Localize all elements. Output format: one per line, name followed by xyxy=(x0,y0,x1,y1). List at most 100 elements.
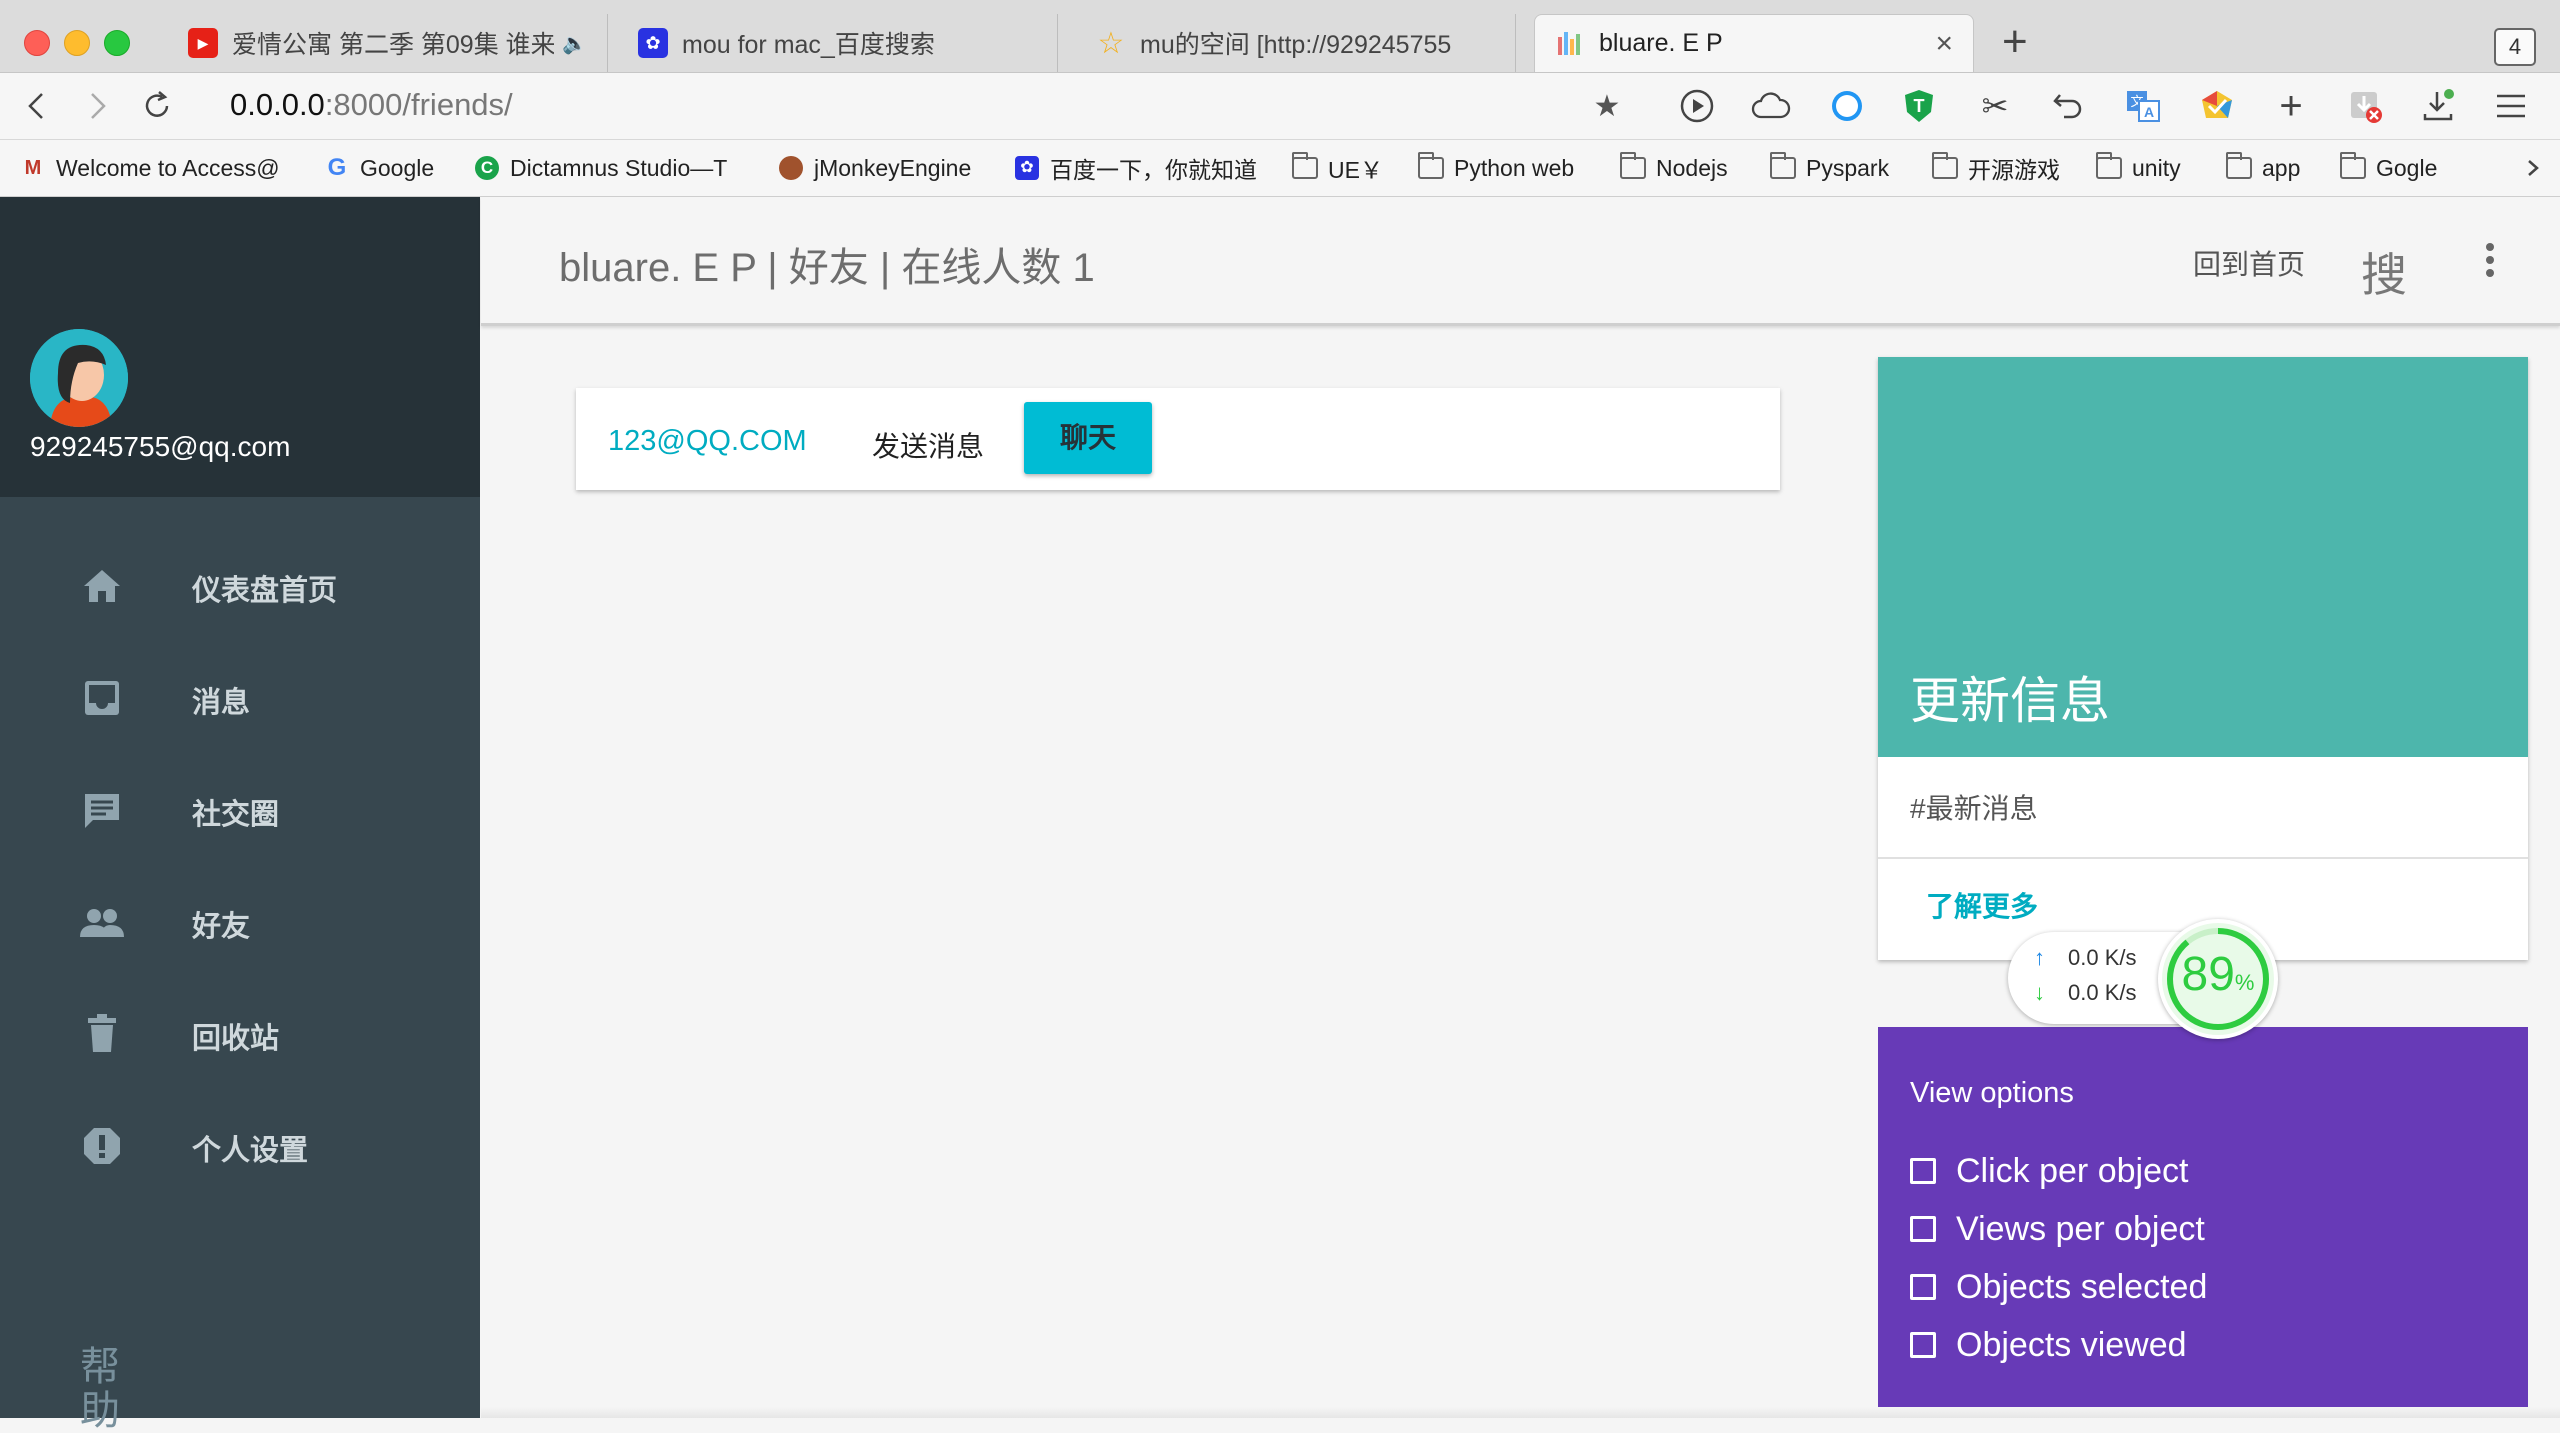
sidebar-item-label: 个人设置 xyxy=(192,1135,309,1167)
bookmark-item[interactable]: G Google xyxy=(324,150,435,186)
sidebar-item-messages[interactable]: 消息 xyxy=(0,653,480,743)
speaker-icon[interactable]: 🔈 xyxy=(562,31,587,56)
sidebar-item-friends[interactable]: 好友 xyxy=(0,877,480,967)
folder-icon xyxy=(1932,152,1958,181)
bookmarks-overflow-icon[interactable] xyxy=(2524,150,2542,186)
chat-button[interactable]: 聊天 xyxy=(1024,402,1152,474)
close-window-button[interactable] xyxy=(24,30,50,56)
option-views-per-object[interactable]: Views per object xyxy=(1910,1209,2205,1249)
avatar[interactable] xyxy=(30,329,128,427)
trash-icon xyxy=(80,1012,124,1056)
download-block-icon[interactable] xyxy=(2344,85,2386,127)
tab-count-badge[interactable]: 4 xyxy=(2494,28,2536,66)
site-bars-icon xyxy=(1555,29,1585,59)
tab-space[interactable]: ☆ mu的空间 [http://929245755 xyxy=(1076,14,1516,72)
bookmark-folder[interactable]: Pyspark xyxy=(1770,150,1889,186)
browser-toolbar: 0.0.0.0:8000/friends/ ★ T ✂ 文A + xyxy=(0,73,2560,140)
tab-bluare-active[interactable]: bluare. E P × xyxy=(1534,14,1974,72)
usage-percent-value: 89 xyxy=(2181,948,2235,1001)
translate-icon[interactable]: 文A xyxy=(2122,85,2164,127)
close-tab-icon[interactable]: × xyxy=(1935,27,1953,61)
option-objects-selected[interactable]: Objects selected xyxy=(1910,1267,2207,1307)
chat-icon xyxy=(80,788,124,832)
zoom-window-button[interactable] xyxy=(104,30,130,56)
url-path: :8000/friends/ xyxy=(324,87,513,122)
bookmark-item[interactable]: ✿ 百度一下，你就知道 xyxy=(1014,150,1257,186)
memory-usage-circle[interactable]: 89% xyxy=(2158,919,2278,1039)
bookmark-label: Nodejs xyxy=(1656,154,1728,181)
bookmark-item[interactable]: C Dictamnus Studio—T xyxy=(474,150,727,186)
sidebar-item-label: 好友 xyxy=(192,911,251,943)
minimize-window-button[interactable] xyxy=(64,30,90,56)
menu-icon[interactable] xyxy=(2490,85,2532,127)
send-message-link[interactable]: 发送消息 xyxy=(872,425,984,465)
option-label: Objects selected xyxy=(1956,1267,2208,1306)
dictamnus-icon: C xyxy=(474,155,500,181)
page-title: bluare. E P | 好友 | 在线人数 1 xyxy=(559,246,1095,290)
bookmark-folder[interactable]: Nodejs xyxy=(1620,150,1728,186)
forward-icon[interactable] xyxy=(76,85,118,127)
bookmark-folder[interactable]: Gogle xyxy=(2340,150,2437,186)
bookmark-label: Dictamnus Studio—T xyxy=(510,154,728,181)
bookmark-label: UE￥ xyxy=(1328,157,1383,183)
back-icon[interactable] xyxy=(16,85,58,127)
option-click-per-object[interactable]: Click per object xyxy=(1910,1151,2188,1191)
undo-icon[interactable] xyxy=(2048,85,2090,127)
view-options-card: View options Click per object Views per … xyxy=(1878,1027,2528,1418)
bookmark-label: Google xyxy=(360,154,435,181)
compass-extension-icon[interactable] xyxy=(1826,85,1868,127)
tab-video[interactable]: ▶ 爱情公寓 第二季 第09集 谁来 🔈 xyxy=(168,14,608,72)
plus-icon[interactable]: + xyxy=(2270,84,2312,128)
checkbox[interactable] xyxy=(1910,1274,1936,1300)
checkbox[interactable] xyxy=(1910,1216,1936,1242)
bookmark-item[interactable]: M Welcome to Access@ xyxy=(20,150,280,186)
sidebar-item-social[interactable]: 社交圈 xyxy=(0,765,480,855)
web-page: 929245755@qq.com 仪表盘首页 消息 社交圈 好友 回收站 个人设… xyxy=(0,197,2560,1433)
option-objects-viewed[interactable]: Objects viewed xyxy=(1910,1325,2187,1365)
bookmark-item[interactable]: jMonkeyEngine xyxy=(778,150,971,186)
sidebar-item-trash[interactable]: 回收站 xyxy=(0,989,480,1079)
bookmark-folder[interactable]: unity xyxy=(2096,150,2181,186)
learn-more-link[interactable]: 了解更多 xyxy=(1926,885,2038,925)
option-label: Views per object xyxy=(1956,1209,2205,1248)
people-icon xyxy=(80,900,124,944)
reload-icon[interactable] xyxy=(136,85,178,127)
bookmark-folder[interactable]: 开源游戏 xyxy=(1932,150,2060,186)
more-vert-icon[interactable] xyxy=(2486,243,2496,279)
tab-label: 爱情公寓 第二季 第09集 谁来 xyxy=(232,31,555,59)
bookmark-folder[interactable]: Python web xyxy=(1418,150,1574,186)
upload-speed-value: 0.0 K/s xyxy=(2068,945,2137,970)
folder-icon xyxy=(1770,152,1796,181)
home-link[interactable]: 回到首页 xyxy=(2193,243,2305,283)
bookmark-star-icon[interactable]: ★ xyxy=(1586,85,1628,127)
checkbox[interactable] xyxy=(1910,1158,1936,1184)
bookmark-label: jMonkeyEngine xyxy=(814,154,972,181)
search-button[interactable]: 搜 xyxy=(2361,239,2407,305)
cloud-icon[interactable] xyxy=(1750,85,1792,127)
tab-baidu-search[interactable]: ✿ mou for mac_百度搜索 xyxy=(618,14,1058,72)
folder-icon xyxy=(1292,152,1318,181)
sidebar-item-settings[interactable]: 个人设置 xyxy=(0,1101,480,1191)
checkbox[interactable] xyxy=(1910,1332,1936,1358)
bookmark-label: Python web xyxy=(1454,154,1575,181)
sidebar: 929245755@qq.com 仪表盘首页 消息 社交圈 好友 回收站 个人设… xyxy=(0,197,480,1433)
colorful-extension-icon[interactable] xyxy=(2196,85,2238,127)
user-email: 929245755@qq.com xyxy=(30,431,291,462)
sidebar-item-dashboard[interactable]: 仪表盘首页 xyxy=(0,541,480,631)
bookmark-folder[interactable]: UE￥ xyxy=(1292,150,1383,186)
address-bar[interactable]: 0.0.0.0:8000/friends/ xyxy=(230,87,513,123)
download-icon[interactable] xyxy=(2418,85,2460,127)
arrow-up-icon: ↑ xyxy=(2034,945,2045,970)
svg-text:A: A xyxy=(2144,104,2154,120)
new-tab-button[interactable]: + xyxy=(2002,20,2028,64)
folder-icon xyxy=(2340,152,2366,181)
scissors-icon[interactable]: ✂ xyxy=(1974,85,2016,127)
sidebar-header: 929245755@qq.com xyxy=(0,197,480,497)
play-icon[interactable] xyxy=(1676,85,1718,127)
option-label: Click per object xyxy=(1956,1151,2189,1190)
shield-icon[interactable]: T xyxy=(1898,85,1940,127)
youtube-icon: ▶ xyxy=(188,28,218,58)
bookmark-folder[interactable]: app xyxy=(2226,150,2300,186)
help-link[interactable]: 帮助 xyxy=(80,1345,130,1433)
friend-email[interactable]: 123@QQ.COM xyxy=(608,425,807,458)
